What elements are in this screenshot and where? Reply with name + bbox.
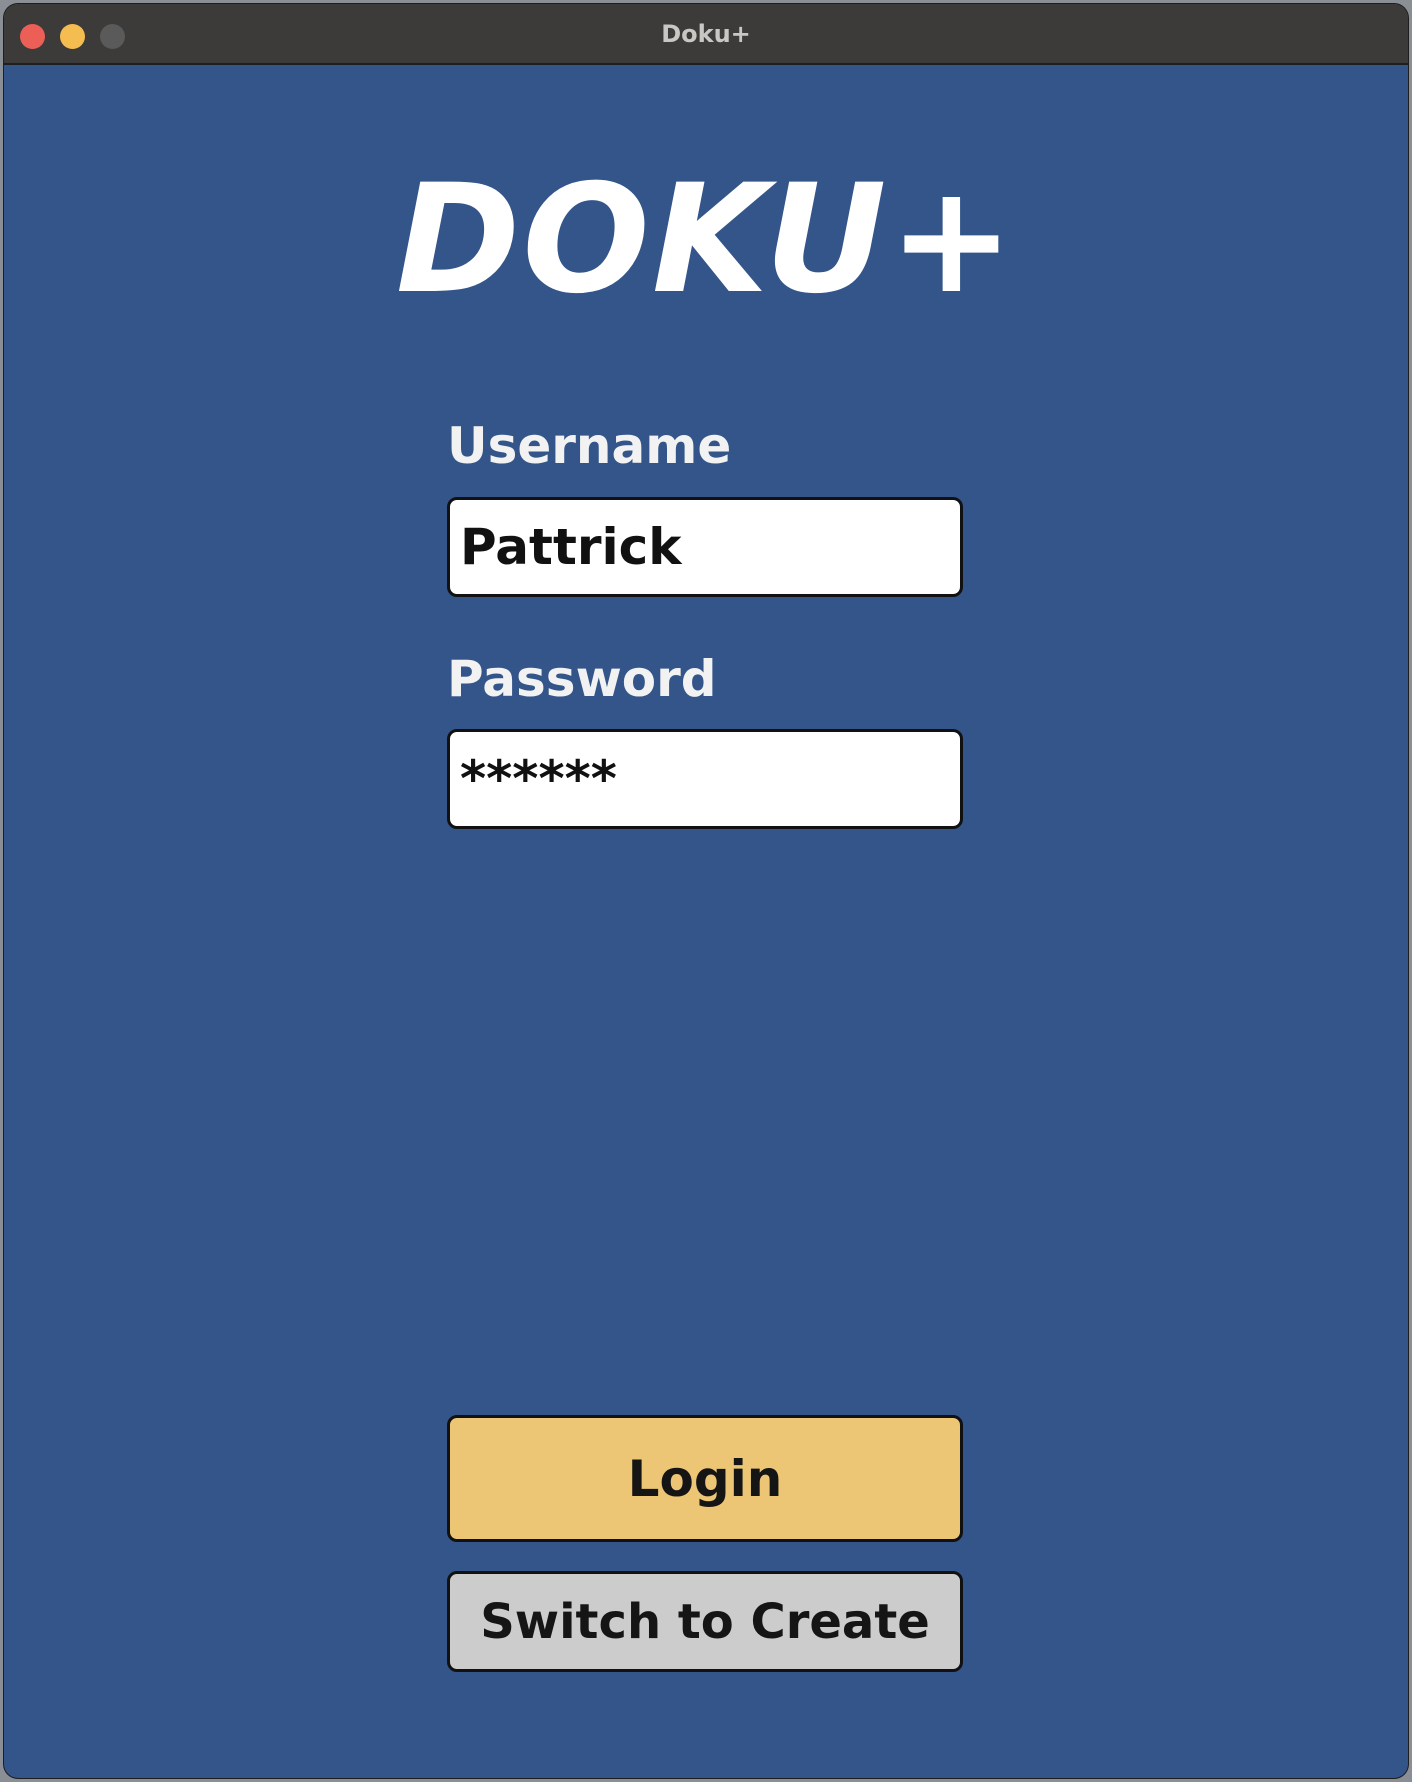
title-bar: Doku+ <box>4 4 1408 65</box>
app-window: Doku+ DOKU+ Username Password Login Swit… <box>4 4 1408 1778</box>
window-title: Doku+ <box>661 20 751 48</box>
switch-to-create-button[interactable]: Switch to Create <box>447 1571 963 1672</box>
password-field[interactable] <box>447 729 963 829</box>
username-field[interactable] <box>447 497 963 597</box>
password-label: Password <box>447 650 717 708</box>
username-label: Username <box>447 417 732 475</box>
app-logo: DOKU+ <box>395 153 1017 327</box>
login-screen: DOKU+ Username Password Login Switch to … <box>4 65 1408 1778</box>
login-button[interactable]: Login <box>447 1415 963 1542</box>
